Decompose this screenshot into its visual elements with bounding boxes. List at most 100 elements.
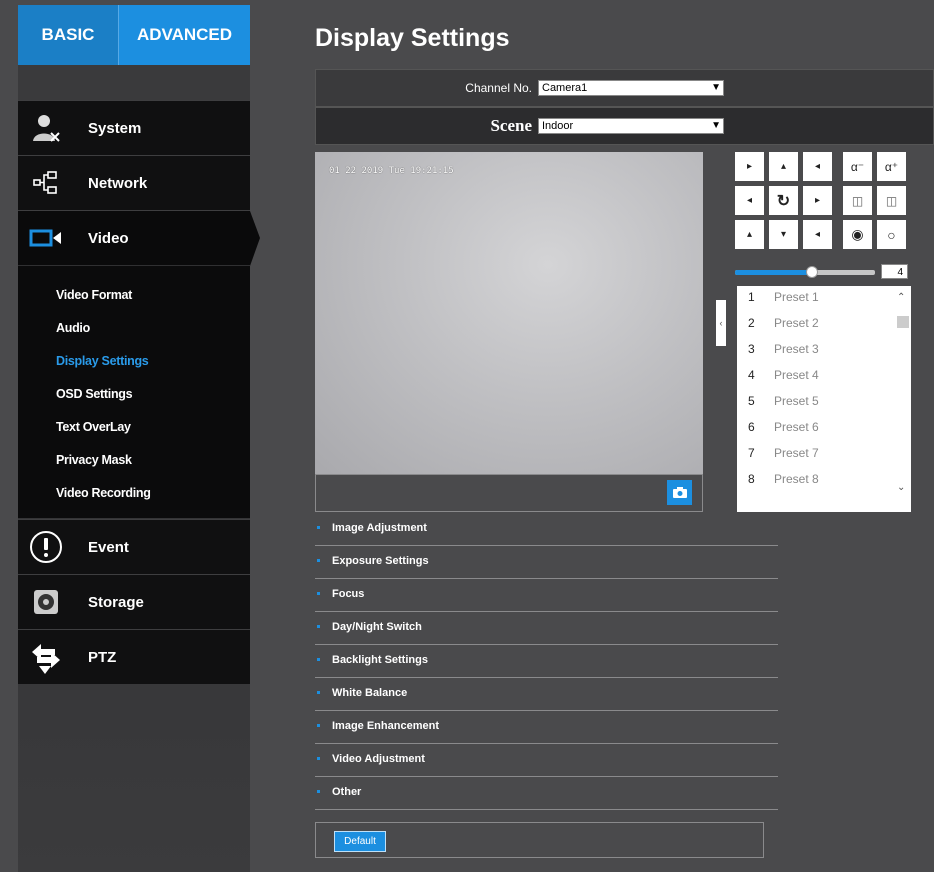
- hard-disk-icon: [18, 588, 74, 616]
- ptz-auto-button[interactable]: ↻: [769, 186, 798, 215]
- tab-advanced[interactable]: ADVANCED: [118, 5, 250, 77]
- chevron-down-icon[interactable]: ⌄: [897, 482, 905, 493]
- ptz-right-button[interactable]: ▸: [803, 186, 832, 215]
- ptz-down-button[interactable]: ▾: [769, 220, 798, 249]
- preset-name: Preset 8: [774, 472, 819, 486]
- list-item[interactable]: 5 Preset 5: [737, 394, 895, 414]
- default-button[interactable]: Default: [334, 831, 386, 852]
- focus-far-button[interactable]: ◫: [877, 186, 906, 215]
- menu-label: System: [88, 119, 142, 137]
- slider-fill: [735, 270, 812, 275]
- alert-icon: [18, 530, 74, 564]
- focus-far-icon: ◫: [885, 193, 898, 208]
- menu-item-video[interactable]: Video: [18, 210, 260, 266]
- tab-basic[interactable]: BASIC: [18, 5, 118, 65]
- sidebar-header-bar: [18, 65, 250, 100]
- channel-label: Channel No.: [465, 81, 532, 95]
- chevron-up-icon[interactable]: ⌃: [897, 292, 905, 303]
- list-item[interactable]: 1 Preset 1: [737, 290, 895, 310]
- submenu-display-settings[interactable]: Display Settings: [56, 354, 149, 368]
- list-item[interactable]: 6 Preset 6: [737, 420, 895, 440]
- iris-open-button[interactable]: ○: [877, 220, 906, 249]
- footer-actions: Default: [315, 822, 764, 858]
- live-video-view[interactable]: 01 22 2019 Tue 19:21:15: [315, 152, 703, 474]
- preset-number: 8: [748, 472, 755, 486]
- list-item[interactable]: 8 Preset 8: [737, 472, 895, 492]
- ptz-speed-slider[interactable]: [735, 266, 875, 278]
- preset-name: Preset 5: [774, 394, 819, 408]
- section-day-night-switch[interactable]: Day/Night Switch: [315, 612, 778, 645]
- section-image-adjustment[interactable]: Image Adjustment: [315, 513, 778, 546]
- section-focus[interactable]: Focus: [315, 579, 778, 612]
- ptz-arrows-icon: [18, 640, 74, 674]
- section-video-adjustment[interactable]: Video Adjustment: [315, 744, 778, 777]
- scrollbar-thumb[interactable]: [897, 316, 909, 328]
- zoom-in-button[interactable]: α⁺: [877, 152, 906, 181]
- submenu-audio[interactable]: Audio: [56, 321, 90, 335]
- menu-item-event[interactable]: Event: [18, 519, 250, 574]
- preset-name: Preset 4: [774, 368, 819, 382]
- video-timestamp: 01 22 2019 Tue 19:21:15: [329, 166, 454, 176]
- ptz-down-left-button[interactable]: ▴: [735, 220, 764, 249]
- preset-number: 3: [748, 342, 755, 356]
- focus-near-button[interactable]: ◫: [843, 186, 872, 215]
- arrow-up-left-icon: ▸: [746, 161, 753, 172]
- menu-item-ptz[interactable]: PTZ: [18, 629, 250, 684]
- list-item[interactable]: 3 Preset 3: [737, 342, 895, 362]
- menu-item-network[interactable]: Network: [18, 155, 250, 210]
- submenu-osd-settings[interactable]: OSD Settings: [56, 387, 133, 401]
- section-title: Other: [332, 786, 362, 798]
- video-submenu: Video Format Audio Display Settings OSD …: [18, 266, 250, 518]
- section-white-balance[interactable]: White Balance: [315, 678, 778, 711]
- arrow-right-icon: ▸: [814, 195, 821, 206]
- iris-open-icon: ○: [887, 226, 896, 243]
- preset-list: 1 Preset 1 2 Preset 2 3 Preset 3 4 Preset 4 …: [737, 286, 911, 512]
- channel-row: Channel No. Camera1 ▼: [315, 69, 934, 107]
- ptz-up-right-button[interactable]: ◂: [803, 152, 832, 181]
- menu-item-system[interactable]: System: [18, 100, 250, 155]
- list-item[interactable]: 2 Preset 2: [737, 316, 895, 336]
- section-image-enhancement[interactable]: Image Enhancement: [315, 711, 778, 744]
- bullet-icon: [317, 757, 320, 760]
- ptz-speed-value[interactable]: 4: [881, 264, 908, 279]
- ptz-up-left-button[interactable]: ▸: [735, 152, 764, 181]
- chevron-down-icon: ▼: [711, 82, 721, 93]
- ptz-left-button[interactable]: ◂: [735, 186, 764, 215]
- section-exposure-settings[interactable]: Exposure Settings: [315, 546, 778, 579]
- ptz-down-right-button[interactable]: ◂: [803, 220, 832, 249]
- scene-select-value: Indoor: [542, 120, 574, 132]
- iris-close-button[interactable]: ◉: [843, 220, 872, 249]
- section-title: Focus: [332, 588, 365, 600]
- section-other[interactable]: Other: [315, 777, 778, 810]
- preset-number: 4: [748, 368, 755, 382]
- camera-icon: [672, 487, 687, 498]
- preset-name: Preset 2: [774, 316, 819, 330]
- bullet-icon: [317, 526, 320, 529]
- ptz-up-button[interactable]: ▴: [769, 152, 798, 181]
- iris-close-icon: ◉: [851, 226, 864, 242]
- collapse-panel-button[interactable]: ‹: [716, 300, 726, 346]
- zoom-out-button[interactable]: α⁻: [843, 152, 872, 181]
- rotate-icon: ↻: [776, 192, 791, 210]
- submenu-text-overlay[interactable]: Text OverLay: [56, 420, 131, 434]
- section-title: Image Adjustment: [332, 522, 427, 534]
- slider-handle[interactable]: [806, 266, 818, 278]
- bullet-icon: [317, 658, 320, 661]
- channel-select[interactable]: Camera1 ▼: [538, 80, 724, 96]
- list-item[interactable]: 4 Preset 4: [737, 368, 895, 388]
- submenu-video-format[interactable]: Video Format: [56, 288, 132, 302]
- section-backlight-settings[interactable]: Backlight Settings: [315, 645, 778, 678]
- bullet-icon: [317, 559, 320, 562]
- scene-select[interactable]: Indoor ▼: [538, 118, 724, 134]
- bullet-icon: [317, 592, 320, 595]
- list-item[interactable]: 7 Preset 7: [737, 446, 895, 466]
- preset-scrollbar[interactable]: ⌃ ⌄: [895, 286, 911, 512]
- scene-row: Scene Indoor ▼: [315, 107, 934, 145]
- submenu-privacy-mask[interactable]: Privacy Mask: [56, 453, 132, 467]
- bullet-icon: [317, 691, 320, 694]
- zoom-out-icon: α⁻: [850, 159, 865, 174]
- menu-item-storage[interactable]: Storage: [18, 574, 250, 629]
- snapshot-button[interactable]: [667, 480, 692, 505]
- submenu-video-recording[interactable]: Video Recording: [56, 486, 151, 500]
- zoom-in-icon: α⁺: [884, 159, 899, 174]
